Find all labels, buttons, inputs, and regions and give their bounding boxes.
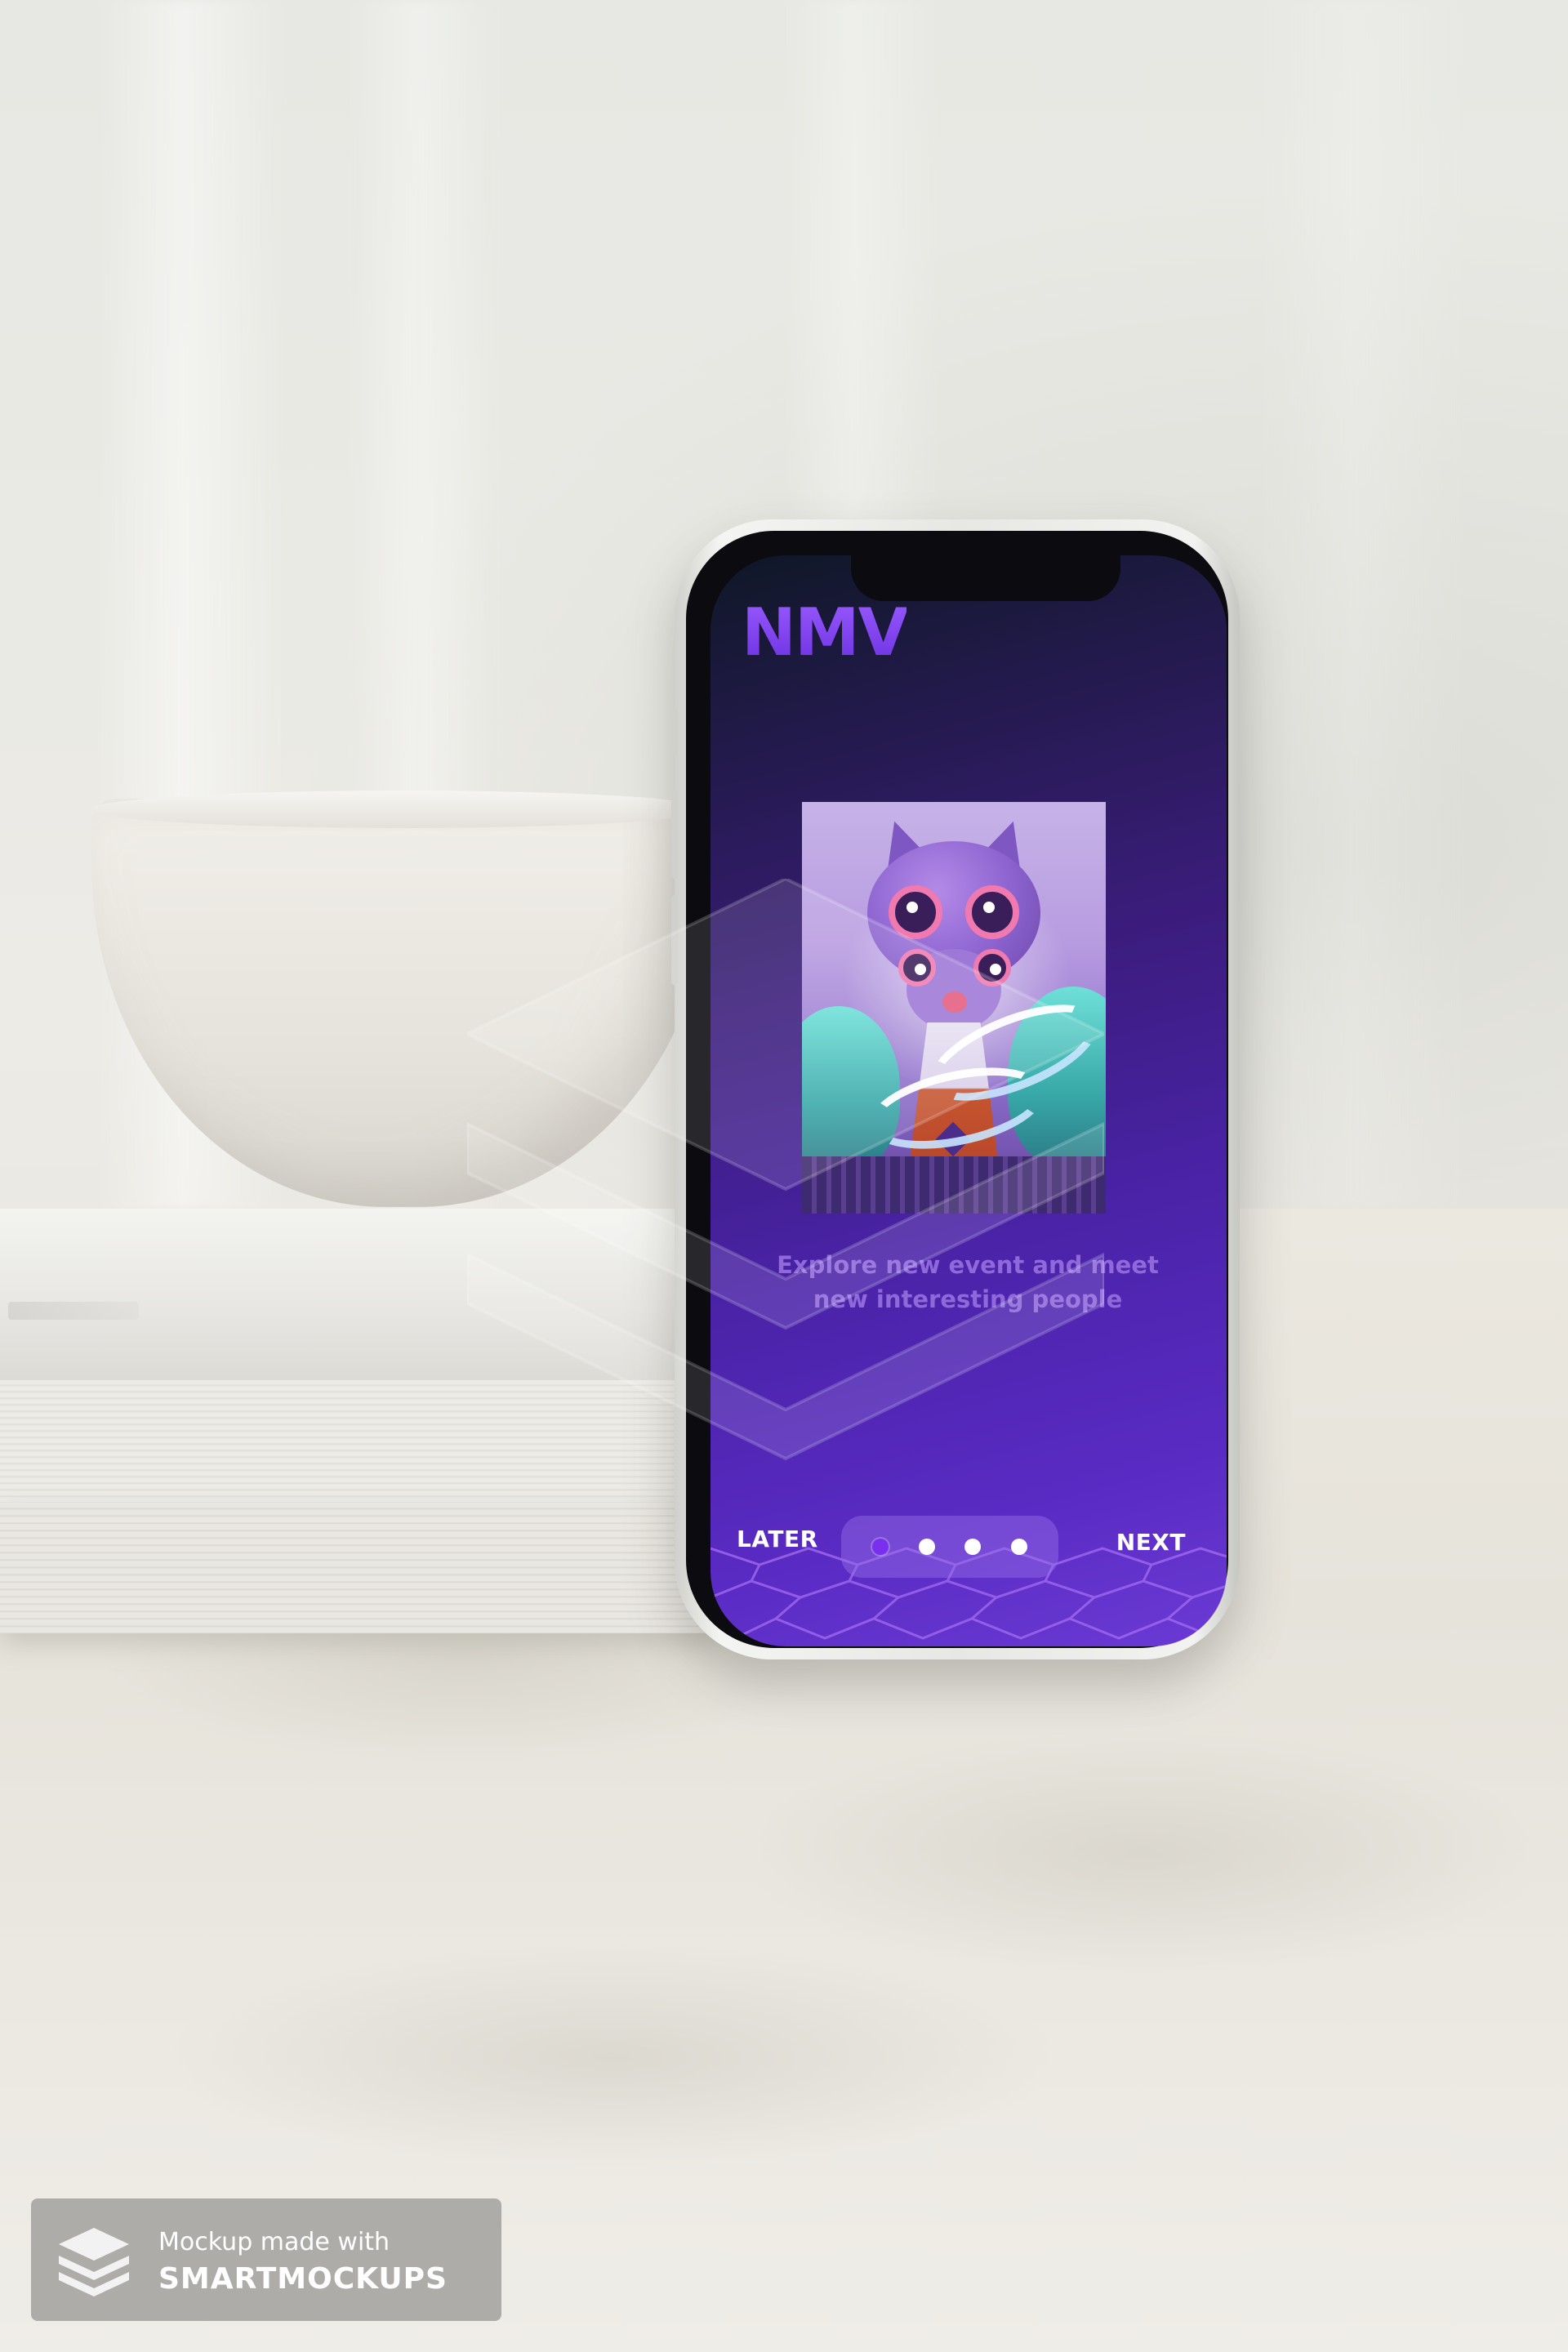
illustration-ground (802, 1156, 1106, 1214)
phone-volume-down-button (671, 895, 678, 985)
pagination-dot[interactable] (964, 1539, 982, 1555)
app-logo: NMV (742, 595, 908, 670)
character-eye (898, 949, 936, 987)
ceramic-bowl-rim (91, 791, 712, 828)
pagination-dot[interactable] (918, 1539, 935, 1555)
app-screen: NMV Explore new event and meet new inter… (710, 555, 1227, 1646)
badge-caption: Mockup made with (158, 2228, 390, 2256)
onboarding-footer: LATER NEXT (710, 1516, 1227, 1581)
character-eye (889, 885, 942, 939)
phone-volume-up-button (671, 789, 678, 879)
character-nose (942, 991, 967, 1013)
layers-icon (59, 2228, 129, 2296)
next-button[interactable]: NEXT (1116, 1529, 1186, 1556)
character-eye (973, 949, 1011, 987)
pagination-dot-active[interactable] (872, 1539, 889, 1555)
phone-device: NMV Explore new event and meet new inter… (671, 519, 1240, 1659)
book-bottom (0, 1503, 719, 1633)
book-middle (0, 1380, 719, 1503)
book-spine-marking (8, 1302, 139, 1320)
later-button[interactable]: LATER (737, 1526, 818, 1552)
character-eye (965, 885, 1019, 939)
cloth-fold (735, 1731, 1552, 1976)
curtain-light-strip (1258, 0, 1470, 1209)
phone-mute-switch (671, 707, 678, 756)
onboarding-illustration (802, 802, 1106, 1214)
phone-bezel: NMV Explore new event and meet new inter… (686, 531, 1228, 1648)
onboarding-tagline: Explore new event and meet new interesti… (777, 1251, 1159, 1313)
phone-notch (851, 555, 1120, 601)
book-top (0, 1209, 719, 1380)
cloth-fold (163, 1944, 1062, 2172)
pagination-dot[interactable] (1010, 1539, 1027, 1555)
smartmockups-badge: Mockup made with SMARTMOCKUPS (31, 2198, 501, 2321)
badge-brand-name: SMARTMOCKUPS (158, 2262, 448, 2296)
pagination-dots (841, 1516, 1058, 1578)
